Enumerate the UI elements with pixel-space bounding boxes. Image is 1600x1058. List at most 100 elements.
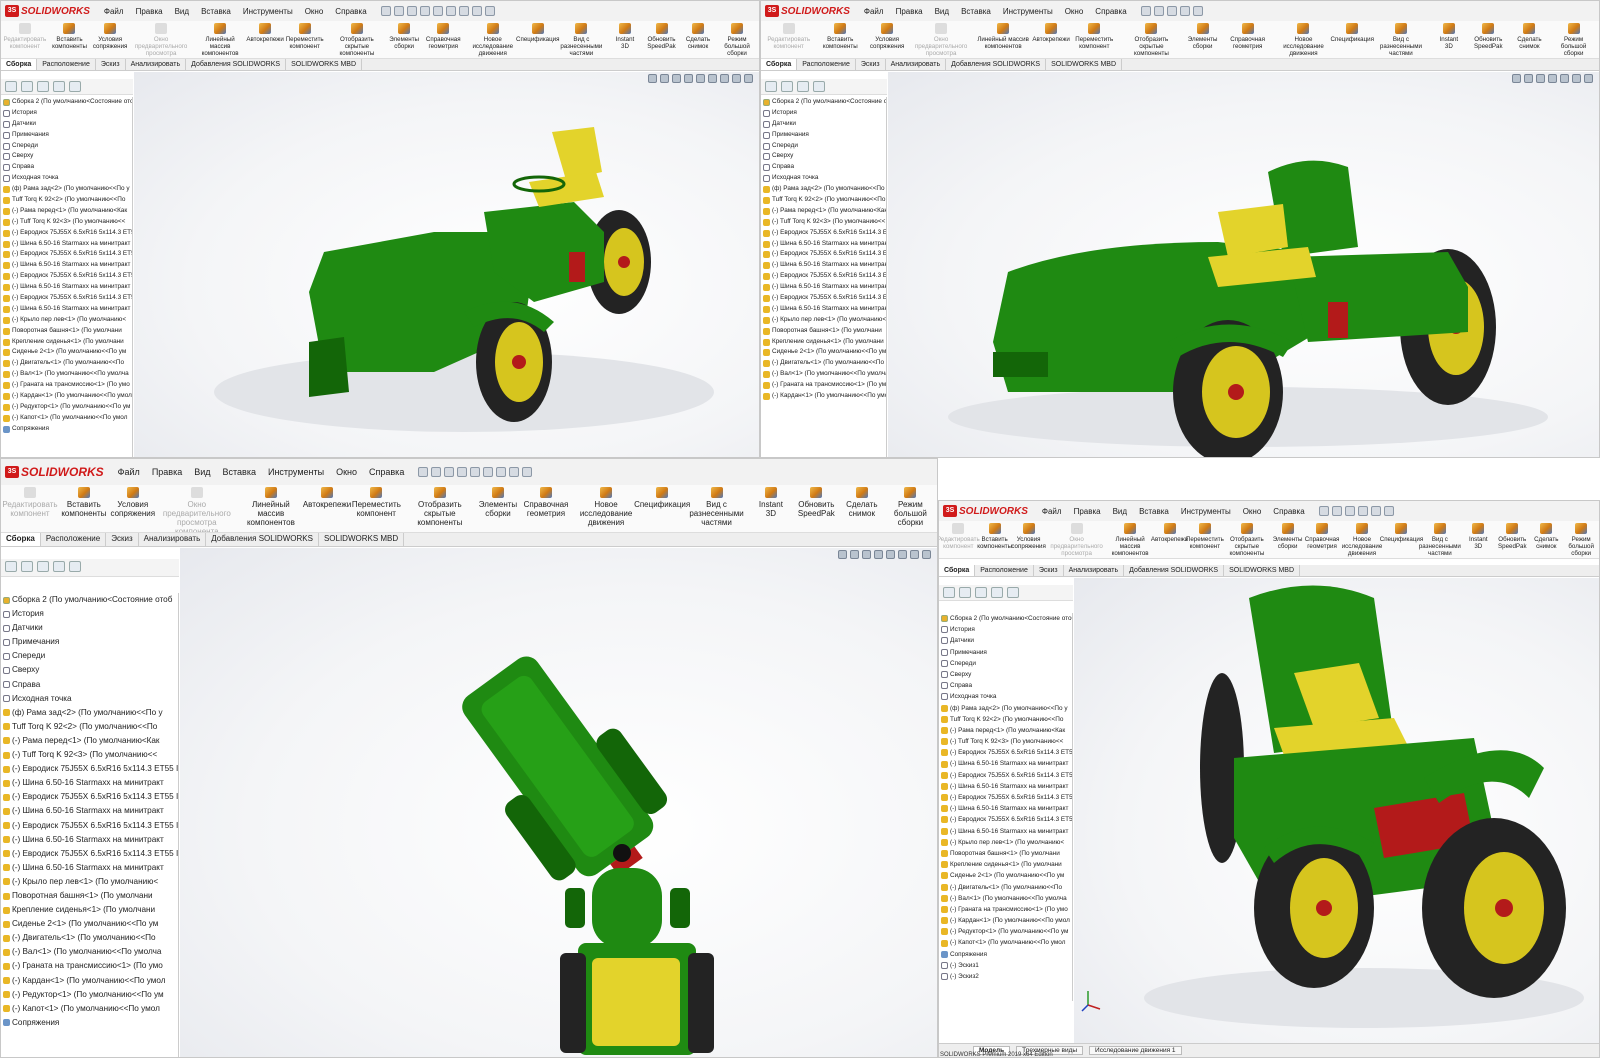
tree-item[interactable]: (-) Граната на трансмиссию<1> (По умо xyxy=(939,904,1072,915)
hide-show-icon[interactable] xyxy=(1584,74,1593,83)
tree-item[interactable]: (-) Шина 6.50-16 Starmaxx на минитракт xyxy=(1,239,132,250)
tree-item[interactable]: Tuff Torq K 92<2> (По умолчанию<<По xyxy=(1,720,178,734)
menu-help[interactable]: Справка xyxy=(1267,507,1310,516)
command-tab-0[interactable]: Сборка xyxy=(1,59,38,70)
menu-edit[interactable]: Правка xyxy=(146,467,188,477)
tree-item[interactable]: (-) Кардан<1> (По умолчанию<<По умол xyxy=(1,391,132,402)
toolbar-button-8[interactable]: Элементы сборки xyxy=(1182,21,1222,51)
tree-item[interactable]: Спереди xyxy=(1,649,178,663)
toolbar-button-5[interactable]: Автокрепежи xyxy=(246,21,284,44)
tree-item[interactable]: (-) Tuff Torq K 92<3> (По умолчанию<< xyxy=(761,217,886,228)
tree-item[interactable]: Справа xyxy=(761,162,886,173)
quick-access-toolbar[interactable] xyxy=(380,6,495,16)
tree-item[interactable]: (-) Рама перед<1> (По умолчанию<Как xyxy=(761,206,886,217)
menu-help[interactable]: Справка xyxy=(1089,7,1132,16)
toolbar-button-14[interactable]: Обновить SpeedPak xyxy=(1466,21,1511,51)
command-tab-1[interactable]: Расположение xyxy=(975,565,1034,576)
menu-view[interactable]: Вид xyxy=(1107,507,1133,516)
tree-item[interactable]: (-) Шина 6.50-16 Starmaxx на минитракт xyxy=(1,304,132,315)
toolbar-button-2[interactable]: Условия сопряжения xyxy=(109,485,157,519)
tree-item[interactable]: (-) Шина 6.50-16 Starmaxx на минитракт xyxy=(761,282,886,293)
tree-item[interactable]: Исходная точка xyxy=(761,173,886,184)
tree-item[interactable]: (-) Вал<1> (По умолчанию<<По умолча xyxy=(761,369,886,380)
tree-item[interactable]: Исходная точка xyxy=(1,692,178,706)
property-manager-icon[interactable] xyxy=(21,81,33,92)
dimxpert-icon[interactable] xyxy=(53,561,65,572)
zoom-fit-icon[interactable] xyxy=(648,74,657,83)
tree-item[interactable]: Tuff Torq K 92<2> (По умолчанию<<По xyxy=(761,195,886,206)
toolbar-button-12[interactable]: Вид с разнесенными частями xyxy=(555,21,608,58)
toolbar-button-5[interactable]: Автокрепежи xyxy=(1151,521,1188,544)
toolbar-button-1[interactable]: Вставить компоненты xyxy=(977,521,1012,551)
tree-item[interactable]: (-) Евродиск 75J55X 6.5xR16 5x114.3 ET55… xyxy=(1,790,178,804)
tree-item[interactable]: Tuff Torq K 92<2> (По умолчанию<<По xyxy=(1,195,132,206)
home-icon[interactable] xyxy=(1140,6,1151,16)
toolbar-button-11[interactable]: Спецификация xyxy=(516,21,559,44)
tree-item[interactable]: (-) Евродиск 75J55X 6.5xR16 5x114.3 ET55… xyxy=(1,228,132,239)
tree-item[interactable]: Поворотная башня<1> (По умолчани xyxy=(1,326,132,337)
command-tab-0[interactable]: Сборка xyxy=(761,59,798,70)
open-file-icon[interactable] xyxy=(406,6,417,16)
tree-item[interactable]: (ф) Рама зад<2> (По умолчанию<<По у xyxy=(1,706,178,720)
toolbar-button-7[interactable]: Отобразить скрытые компоненты xyxy=(1223,521,1270,558)
command-tab-4[interactable]: Добавления SOLIDWORKS xyxy=(1124,565,1225,576)
heads-up-view-toolbar[interactable] xyxy=(838,550,931,559)
tree-item[interactable]: Сиденье 2<1> (По умолчанию<<По ум xyxy=(761,347,886,358)
toolbar-button-16[interactable]: Режим большой сборки xyxy=(1548,21,1599,58)
toolbar-button-6[interactable]: Переместить компонент xyxy=(1186,521,1224,551)
toolbar-button-11[interactable]: Спецификация xyxy=(1331,21,1374,44)
tree-item[interactable]: Справа xyxy=(1,678,178,692)
tree-item[interactable]: Сиденье 2<1> (По умолчанию<<По ум xyxy=(1,347,132,358)
menu-tools[interactable]: Инструменты xyxy=(997,7,1059,16)
menu-insert[interactable]: Вставка xyxy=(1133,507,1175,516)
graphics-area[interactable] xyxy=(888,72,1599,457)
tree-item[interactable]: (-) Евродиск 75J55X 6.5xR16 5x114.3 ET55… xyxy=(761,249,886,260)
tree-item[interactable]: (-) Капот<1> (По умолчанию<<По умол xyxy=(939,937,1072,948)
tractor-model-view-iso[interactable] xyxy=(134,72,759,457)
feature-tree-icon[interactable] xyxy=(5,81,17,92)
menu-window[interactable]: Окно xyxy=(330,467,363,477)
property-manager-icon[interactable] xyxy=(21,561,33,572)
tree-item[interactable]: (-) Шина 6.50-16 Starmaxx на минитракт xyxy=(939,803,1072,814)
tree-item[interactable]: История xyxy=(939,624,1072,635)
tree-item[interactable]: (-) Евродиск 75J55X 6.5xR16 5x114.3 ET55… xyxy=(939,814,1072,825)
tree-item[interactable]: Сверху xyxy=(939,669,1072,680)
toolbar-button-4[interactable]: Линейный массив компонентов xyxy=(1108,521,1153,558)
toolbar-button-5[interactable]: Автокрепежи xyxy=(1032,21,1070,44)
tree-item[interactable]: (-) Шина 6.50-16 Starmaxx на минитракт xyxy=(1,833,178,847)
tree-item[interactable]: (-) Шина 6.50-16 Starmaxx на минитракт xyxy=(939,826,1072,837)
tree-item[interactable]: (-) Эскиз2 xyxy=(939,971,1072,982)
toolbar-button-5[interactable]: Автокрепежи xyxy=(303,485,351,510)
tree-item[interactable]: Крепление сиденья<1> (По умолчани xyxy=(1,337,132,348)
save-icon[interactable] xyxy=(1166,6,1177,16)
toolbar-button-13[interactable]: Instant 3D xyxy=(749,485,793,519)
previous-view-icon[interactable] xyxy=(1536,74,1545,83)
toolbar-button-3[interactable]: Окно предварительного просмотра компонен… xyxy=(910,21,972,58)
zoom-area-icon[interactable] xyxy=(850,550,859,559)
new-file-icon[interactable] xyxy=(1331,506,1342,516)
toolbar-button-9[interactable]: Справочная геометрия xyxy=(520,485,572,519)
tree-item[interactable]: (-) Шина 6.50-16 Starmaxx на минитракт xyxy=(761,304,886,315)
tree-item[interactable]: (-) Капот<1> (По умолчанию<<По умол xyxy=(1,1002,178,1016)
tree-item[interactable]: История xyxy=(761,108,886,119)
tree-item[interactable]: Справа xyxy=(939,680,1072,691)
graphics-area[interactable] xyxy=(134,72,759,457)
quick-access-toolbar[interactable] xyxy=(418,467,533,477)
tree-item[interactable]: История xyxy=(1,108,132,119)
feature-manager-tabs[interactable] xyxy=(1,559,179,577)
toolbar-button-14[interactable]: Обновить SpeedPak xyxy=(642,21,681,51)
options-icon[interactable] xyxy=(1383,506,1394,516)
toolbar-button-14[interactable]: Обновить SpeedPak xyxy=(1495,521,1529,551)
command-tab-2[interactable]: Эскиз xyxy=(856,59,886,70)
menu-window[interactable]: Окно xyxy=(1059,7,1090,16)
tree-item[interactable]: (-) Рама перед<1> (По умолчанию<Как xyxy=(1,206,132,217)
tree-item[interactable]: (-) Tuff Torq K 92<3> (По умолчанию<< xyxy=(1,217,132,228)
tree-item[interactable]: (-) Вал<1> (По умолчанию<<По умолча xyxy=(1,945,178,959)
toolbar-button-6[interactable]: Переместить компонент xyxy=(1068,21,1120,51)
tree-item[interactable]: (-) Редуктор<1> (По умолчанию<<По ум xyxy=(1,988,178,1002)
section-view-icon[interactable] xyxy=(684,74,693,83)
toolbar-button-8[interactable]: Элементы сборки xyxy=(387,21,422,51)
toolbar-button-2[interactable]: Условия сопряжения xyxy=(90,21,130,51)
command-tab-2[interactable]: Эскиз xyxy=(1034,565,1064,576)
command-tab-5[interactable]: SOLIDWORKS MBD xyxy=(286,59,363,70)
